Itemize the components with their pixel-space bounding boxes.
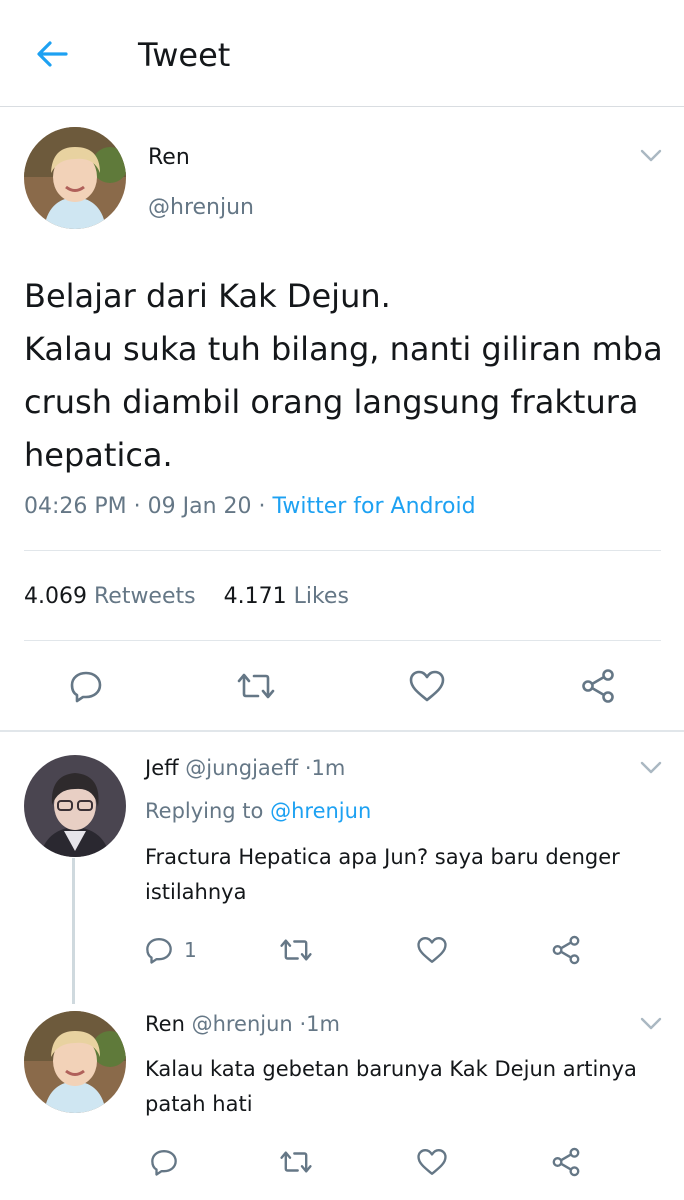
tweet-meta: 04:26 PM · 09 Jan 20 · Twitter for Andro… xyxy=(24,494,476,519)
reply-author-line: Jeff @jungjaeff ·1m xyxy=(145,756,345,780)
author-handle[interactable]: @hrenjun xyxy=(192,1012,293,1036)
divider xyxy=(24,640,661,641)
reply-text: Fractura Hepatica apa Jun? saya baru den… xyxy=(145,840,665,910)
author-handle[interactable]: @hrenjun xyxy=(148,195,254,220)
replying-to-label: Replying to xyxy=(145,799,264,823)
reply-text-line: Fractura Hepatica apa Jun? saya baru den… xyxy=(145,845,620,869)
like-button[interactable] xyxy=(405,664,449,708)
chevron-down-icon xyxy=(640,1017,662,1030)
replying-to: Replying to @hrenjun xyxy=(145,799,371,823)
avatar[interactable] xyxy=(24,1011,126,1113)
back-arrow-icon xyxy=(37,41,68,67)
tweet-text: Belajar dari Kak Dejun. Kalau suka tuh b… xyxy=(24,270,664,482)
tweet-date: 09 Jan 20 xyxy=(147,494,252,519)
reply-text-line: Kalau kata gebetan barunya Kak Dejun art… xyxy=(145,1057,637,1081)
heart-icon xyxy=(417,1149,447,1175)
share-icon xyxy=(582,669,614,703)
tweet-time: 04:26 PM xyxy=(24,494,127,519)
likes-count: 4.171 xyxy=(223,584,287,609)
tweet-menu-button[interactable] xyxy=(638,146,664,166)
section-divider xyxy=(0,730,684,732)
mention-link[interactable]: @hrenjun xyxy=(270,799,371,823)
avatar[interactable] xyxy=(24,755,126,857)
retweet-button[interactable] xyxy=(234,664,278,708)
reply-button[interactable]: 1 xyxy=(144,932,197,968)
likes-label: Likes xyxy=(293,584,349,609)
reply-text-line: patah hati xyxy=(145,1092,253,1116)
likes-stat[interactable]: 4.171 Likes xyxy=(224,584,349,609)
tweet-text-line: hepatica. xyxy=(24,436,173,474)
divider xyxy=(24,550,661,551)
reply-button[interactable] xyxy=(144,1144,184,1180)
tweet-text-line: Kalau suka tuh bilang, nanti giliran mba xyxy=(24,330,663,368)
tweet-text-line: Belajar dari Kak Dejun. xyxy=(24,277,391,315)
chevron-down-icon xyxy=(640,149,662,162)
reply-author-line: Ren @hrenjun ·1m xyxy=(145,1012,340,1036)
retweet-icon xyxy=(280,1151,312,1173)
retweet-icon xyxy=(280,939,312,961)
reply-text-line: istilahnya xyxy=(145,880,247,904)
share-button[interactable] xyxy=(546,932,586,968)
top-app-bar: Tweet xyxy=(0,0,684,107)
reply-icon xyxy=(146,938,172,964)
dot-separator: · xyxy=(133,494,141,519)
share-icon xyxy=(552,1147,580,1177)
retweet-button[interactable] xyxy=(276,1144,316,1180)
heart-icon xyxy=(417,937,447,963)
reply-icon xyxy=(151,1150,177,1176)
tweet-menu-button[interactable] xyxy=(638,1014,664,1034)
reply-time: 1m xyxy=(311,756,346,780)
thread-connector-line xyxy=(72,858,75,1004)
tweet-stats: 4.069 Retweets 4.171 Likes xyxy=(24,584,349,609)
author-handle[interactable]: @jungjaeff xyxy=(185,756,298,780)
retweet-icon xyxy=(237,673,275,699)
author-name[interactable]: Ren xyxy=(145,1012,185,1036)
back-button[interactable] xyxy=(32,34,72,74)
retweets-count: 4.069 xyxy=(24,584,87,609)
dot-separator: · xyxy=(258,494,266,519)
tweet-source-link[interactable]: Twitter for Android xyxy=(273,494,476,519)
like-button[interactable] xyxy=(412,1144,452,1180)
heart-icon xyxy=(409,670,445,702)
reply-count: 1 xyxy=(184,938,197,962)
profile-photo xyxy=(24,755,126,857)
tweet-text-line: crush diambil orang langsung fraktura xyxy=(24,383,639,421)
share-button[interactable] xyxy=(576,664,620,708)
retweet-button[interactable] xyxy=(276,932,316,968)
share-icon xyxy=(552,935,580,965)
author-name[interactable]: Jeff xyxy=(145,756,179,780)
retweets-stat[interactable]: 4.069 Retweets xyxy=(24,584,196,609)
reply-icon xyxy=(70,671,102,703)
tweet-menu-button[interactable] xyxy=(638,758,664,778)
like-button[interactable] xyxy=(412,932,452,968)
reply-button[interactable] xyxy=(64,664,108,708)
reply-time: 1m xyxy=(306,1012,340,1036)
author-name[interactable]: Ren xyxy=(148,145,190,170)
reply-text: Kalau kata gebetan barunya Kak Dejun art… xyxy=(145,1052,665,1122)
profile-photo xyxy=(24,1011,126,1113)
chevron-down-icon xyxy=(640,761,662,774)
retweets-label: Retweets xyxy=(93,584,196,609)
profile-photo xyxy=(24,127,126,229)
avatar[interactable] xyxy=(24,127,126,229)
share-button[interactable] xyxy=(546,1144,586,1180)
page-title: Tweet xyxy=(138,36,231,74)
dot-separator: · xyxy=(304,756,312,780)
